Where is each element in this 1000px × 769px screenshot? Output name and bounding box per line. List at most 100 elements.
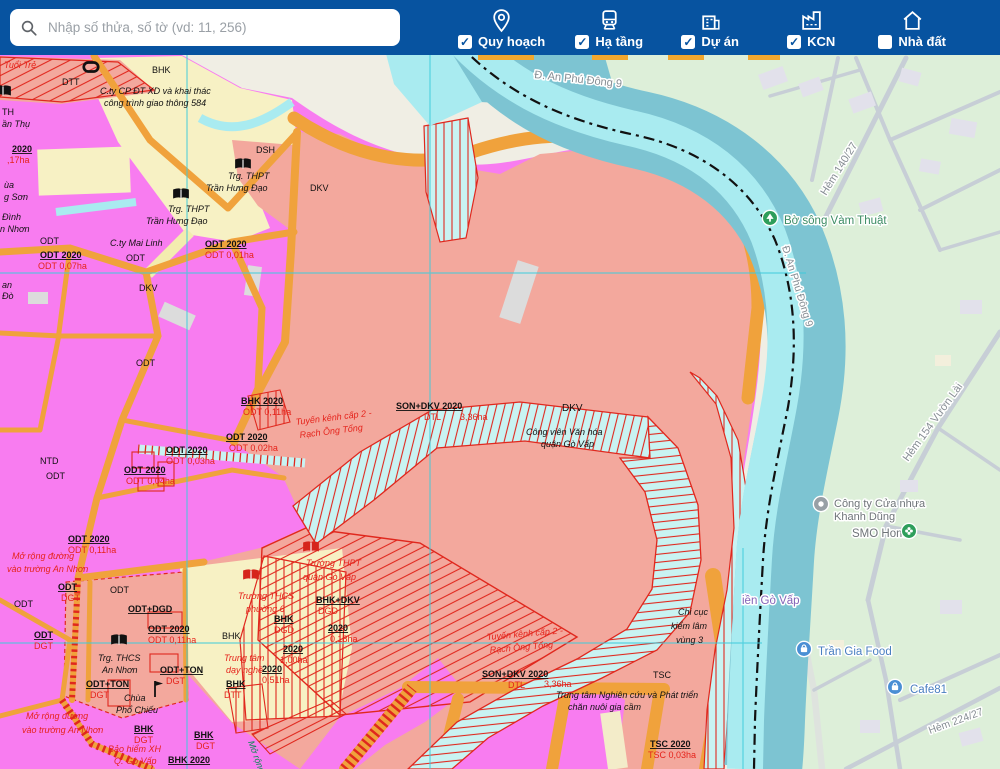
map-label: ODT 0,07ha [38, 261, 87, 271]
map-label: ODT [14, 599, 34, 609]
map-label: 2020 [328, 623, 348, 633]
map-label: Cafe81 [910, 684, 947, 696]
map-label: ODT [40, 236, 60, 246]
map-app: Tuổi TrẻDTTBHKC.ty CP ĐT XD và khai thác… [0, 0, 1000, 769]
map-label: DTL [424, 412, 441, 422]
map-label: quận Gò Vấp [303, 572, 356, 582]
map-label: Khanh Dũng [834, 511, 895, 523]
book-icon [235, 158, 251, 168]
bag-icon[interactable] [887, 679, 902, 694]
map-label: ODT 2020 [166, 445, 208, 455]
search-input[interactable] [46, 19, 390, 36]
layer-toggle-factory[interactable]: ✓KCN [774, 8, 848, 49]
map-canvas[interactable]: Tuổi TrẻDTTBHKC.ty CP ĐT XD và khai thác… [0, 0, 1000, 769]
map-label: Trg. THPT [168, 204, 211, 214]
search-icon [20, 19, 38, 37]
map-label: ODT [46, 471, 66, 481]
book-icon [173, 188, 189, 198]
map-label: Q. Gò Vấp [114, 756, 157, 766]
map-label: ODT [110, 585, 130, 595]
map-label: Bảo hiểm XH [108, 744, 162, 754]
layer-toggles: ✓ Quy hoạch ✓ Hạ tầng ✓Dự án ✓KCN Nhà đất [458, 2, 949, 55]
map-label: BHK [194, 730, 214, 740]
map-label: 3,36ha [544, 679, 572, 689]
map-label: BHK [274, 614, 294, 624]
layer-checkbox[interactable]: ✓ [575, 35, 589, 49]
map-label: Phổ Chiếu [116, 705, 158, 715]
flower-icon[interactable] [901, 523, 916, 538]
map-label: ODT+TON [160, 665, 203, 675]
map-label: Trần Gia Food [818, 646, 892, 658]
map-label: Trung tâm Nghiên cứu và Phát triển [556, 690, 698, 700]
map-label: ODT [126, 253, 146, 263]
map-label: ODT [58, 582, 78, 592]
map-label: Bờ sông Vàm Thuật [784, 215, 887, 227]
book-icon [303, 541, 319, 551]
map-label: Đò [2, 291, 14, 301]
map-label: Trần Hưng Đạo [206, 183, 268, 193]
layer-checkbox[interactable]: ✓ [458, 35, 472, 49]
dot-icon[interactable] [813, 496, 828, 511]
map-label: ODT 0,11ha [68, 545, 116, 555]
map-label: 2020 [262, 664, 282, 674]
book-icon [243, 569, 259, 579]
map-label: 0,18ha [330, 634, 358, 644]
map-label: phường 6 [245, 604, 285, 614]
map-label: DTT [62, 77, 80, 87]
map-label: ODT+TON [86, 679, 129, 689]
map-label: ODT 0,11ha [243, 407, 291, 417]
tree-icon[interactable] [762, 210, 777, 225]
layer-checkbox[interactable]: ✓ [681, 35, 695, 49]
map-label: iền Gò Vấp [742, 595, 800, 607]
map-label: ODT [34, 630, 54, 640]
map-label: DTL [508, 680, 525, 690]
map-label: DKV [139, 283, 158, 293]
map-label: BHK [222, 631, 241, 641]
map-label: DGD [274, 625, 295, 635]
map-label: chăn nuôi gia cầm [568, 702, 642, 712]
map-label: vùng 3 [676, 635, 703, 645]
map-label: kiểm lâm [671, 621, 708, 631]
map-pin-icon [489, 8, 514, 33]
layer-checkbox[interactable]: ✓ [787, 35, 801, 49]
layer-label: Nhà đất [898, 34, 946, 49]
map-label: ODT 0,03ha [166, 456, 215, 466]
factory-icon [799, 8, 824, 33]
building-icon [698, 8, 723, 33]
layer-checkbox[interactable] [878, 35, 892, 49]
layer-label: Hạ tầng [595, 34, 643, 49]
map-label: 1,00ha [280, 655, 308, 665]
map-label: 2020 [283, 644, 303, 654]
map-label: Công viên Văn hóa [526, 427, 603, 437]
map-label: vào trường An Nhơn [7, 564, 88, 574]
map-label: An Nhơn [101, 665, 137, 675]
map-label: BHK 2020 [241, 396, 283, 406]
map-label: ODT 2020 [205, 239, 247, 249]
map-label: ODT 2020 [124, 465, 166, 475]
layer-toggle-house[interactable]: Nhà đất [875, 8, 949, 49]
map-label: ODT 0,01ha [205, 250, 254, 260]
layer-toggle-building[interactable]: ✓Dự án [673, 8, 747, 49]
map-label: TSC [653, 670, 672, 680]
book-icon [0, 85, 11, 95]
map-label: Trường THCS [238, 591, 294, 601]
map-label: DSH [256, 145, 275, 155]
map-label: Đình [2, 212, 21, 222]
map-label: ODT 2020 [148, 624, 190, 634]
map-label: DKV [562, 403, 583, 414]
bag-icon[interactable] [796, 641, 811, 656]
map-label: Tuổi Trẻ [4, 60, 36, 70]
map-label: C.ty Mai Linh [110, 238, 163, 248]
layer-toggle-map-pin[interactable]: ✓ Quy hoạch [458, 8, 545, 49]
map-label: DKV [310, 183, 329, 193]
map-label: g Sơn [4, 192, 28, 202]
map-label: ODT 0,02ha [229, 443, 278, 453]
layer-label: Quy hoạch [478, 34, 545, 49]
map-label: DGT [90, 690, 110, 700]
search-box[interactable] [10, 9, 400, 46]
map-label: Mở rộng đường [12, 551, 74, 561]
layer-toggle-train[interactable]: ✓ Hạ tầng [572, 8, 646, 49]
map-label: ODT 0,11ha [148, 635, 196, 645]
map-label: BHK [152, 65, 171, 75]
map-label: SON+DKV 2020 [396, 401, 462, 411]
